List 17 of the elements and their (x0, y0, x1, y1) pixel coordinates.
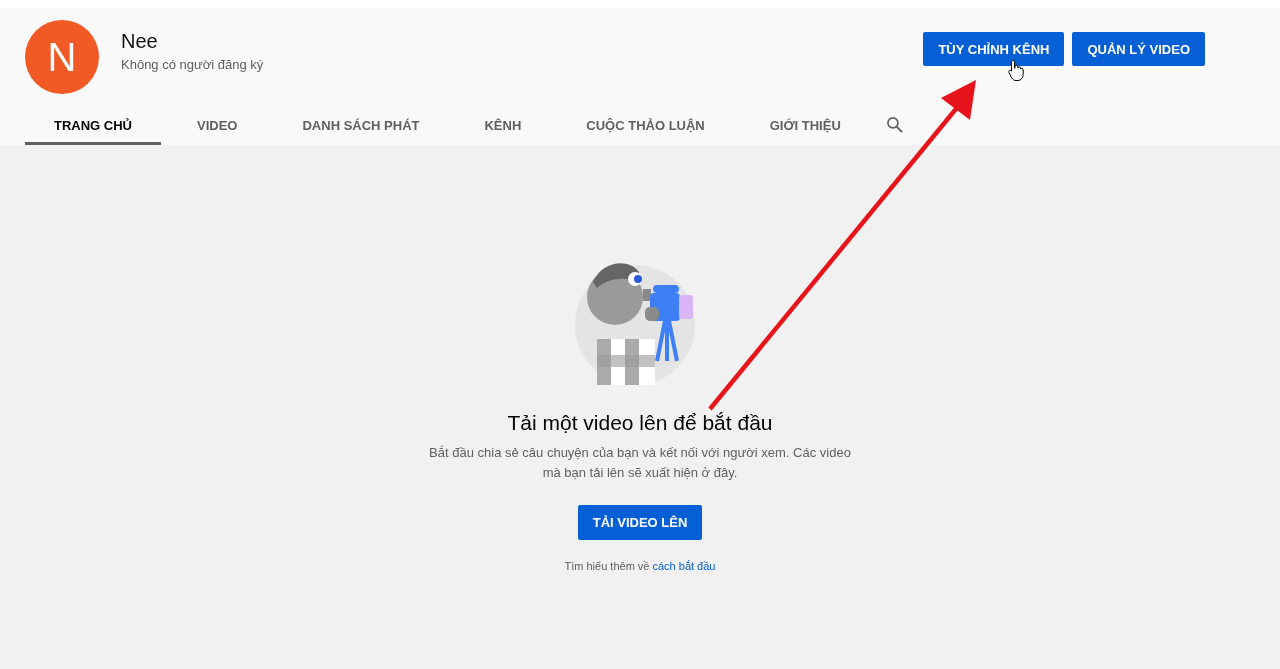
channel-tab[interactable]: VIDEO (168, 108, 267, 145)
channel-action-button[interactable]: TÙY CHỈNH KÊNH (923, 32, 1065, 66)
search-icon[interactable] (884, 114, 905, 135)
upload-video-button[interactable]: TẢI VIDEO LÊN (577, 505, 703, 540)
help-text: Tìm hiểu thêm về (564, 560, 650, 572)
channel-tab[interactable]: GIỚI THIỆU (740, 108, 870, 145)
channel-tab[interactable]: CUỘC THẢO LUẬN (557, 108, 734, 145)
channel-action-button[interactable]: QUẢN LÝ VIDEO (1072, 32, 1205, 66)
channel-tab[interactable]: KÊNH (455, 108, 551, 145)
getting-started-link[interactable]: cách bắt đầu (652, 560, 716, 572)
empty-state-title: Tải một video lên để bắt đầu (507, 411, 773, 435)
channel-tab[interactable]: DANH SÁCH PHÁT (273, 108, 449, 145)
empty-state-description: Bắt đầu chia sẻ câu chuyện của bạn và kết nối với người xem. Các video mà bạn tải lên sẽ xuất hiện ở đây. (428, 444, 852, 482)
channel-tab[interactable]: TRANG CHỦ (25, 108, 161, 145)
channel-avatar: N (25, 20, 99, 94)
subscriber-count: Không có người đăng ký (121, 57, 265, 72)
channel-name: Nee (121, 30, 159, 53)
